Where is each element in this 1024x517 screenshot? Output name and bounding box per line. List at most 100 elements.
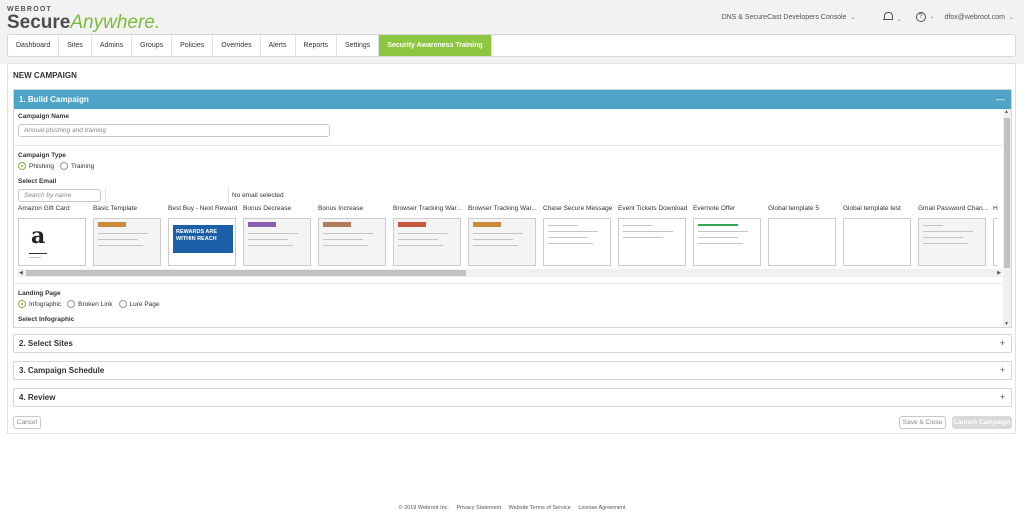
launch-campaign-button[interactable]: Launch Campaign	[952, 416, 1012, 429]
template-horizontal-scrollbar[interactable]: ◀ ▶	[18, 269, 1002, 277]
header-actions: DNS & SecureCast Developers Console ⌄ ⌄ ?…	[722, 11, 1014, 23]
nav-security-awareness-training[interactable]: Security Awareness Training	[379, 35, 492, 56]
radio-selected-icon	[18, 300, 26, 308]
email-template-list: Amazon Gift Card a Basic Template Best B…	[18, 204, 998, 266]
nav-alerts[interactable]: Alerts	[261, 35, 296, 56]
build-campaign-header[interactable]: 1. Build Campaign —	[14, 90, 1011, 109]
divider	[228, 187, 229, 203]
nav-policies[interactable]: Policies	[172, 35, 214, 56]
footer-privacy-link[interactable]: Privacy Statement	[457, 505, 502, 511]
footer-terms-link[interactable]: Website Terms of Service	[509, 505, 571, 511]
nav-sites[interactable]: Sites	[59, 35, 92, 56]
campaign-name-input[interactable]: Annual phishing and training	[18, 124, 330, 137]
campaign-schedule-section[interactable]: 3. Campaign Schedule +	[13, 361, 1012, 380]
chevron-down-icon: ⌄	[1008, 14, 1014, 21]
campaign-name-label: Campaign Name	[18, 113, 69, 120]
campaign-panel: NEW CAMPAIGN 1. Build Campaign — Campaig…	[7, 63, 1016, 434]
template-basic[interactable]: Basic Template	[93, 204, 163, 266]
chevron-down-icon: ⌄	[896, 17, 902, 23]
template-preview: a	[18, 218, 86, 266]
bell-icon	[883, 11, 894, 21]
template-preview	[918, 218, 986, 266]
expand-icon[interactable]: +	[1000, 389, 1005, 406]
select-infographic-label: Select Infographic	[18, 316, 75, 323]
template-preview: REWARDS ARE WITHIN REACH	[168, 218, 236, 266]
template-browser-tracking-2[interactable]: Browser Tracking War...	[468, 204, 538, 266]
template-bonus-decrease[interactable]: Bonus Decrease	[243, 204, 313, 266]
template-preview	[468, 218, 536, 266]
nav-admins[interactable]: Admins	[92, 35, 133, 56]
scrollbar-thumb[interactable]	[26, 270, 466, 276]
expand-icon[interactable]: +	[1000, 335, 1005, 352]
template-gmail-password-change[interactable]: Gmail Password Chan...	[918, 204, 988, 266]
section-vertical-scrollbar[interactable]: ▲ ▼	[1003, 109, 1011, 327]
nav-reports[interactable]: Reports	[296, 35, 338, 56]
template-chase-secure-message[interactable]: Chase Secure Message	[543, 204, 613, 266]
selected-email-status: No email selected	[232, 192, 284, 199]
footer-copyright: © 2019 Webroot Inc.	[398, 505, 449, 511]
section-title: 2. Select Sites	[19, 339, 73, 348]
scroll-left-icon[interactable]: ◀	[19, 269, 23, 277]
chevron-down-icon: ⌄	[850, 14, 856, 21]
footer-license-link[interactable]: License Agreement	[578, 505, 625, 511]
save-close-button[interactable]: Save & Close	[899, 416, 946, 429]
template-preview	[993, 218, 998, 266]
scrollbar-thumb[interactable]	[1004, 118, 1010, 268]
radio-icon	[59, 162, 68, 170]
user-menu[interactable]: dfox@webroot.com ⌄	[945, 14, 1014, 21]
campaign-type-label: Campaign Type	[18, 152, 66, 159]
webroot-logo[interactable]: WEBROOT SecureAnywhere.	[7, 6, 160, 33]
help-menu[interactable]: ? ⌄	[915, 12, 935, 22]
page-title: NEW CAMPAIGN	[13, 71, 77, 80]
cancel-button[interactable]: Cancel	[13, 416, 41, 429]
main-nav: Dashboard Sites Admins Groups Policies O…	[7, 34, 1016, 57]
template-preview	[318, 218, 386, 266]
section-title: 1. Build Campaign	[19, 95, 89, 104]
logo-wordmark: SecureAnywhere.	[7, 12, 161, 33]
template-global-5[interactable]: Global template 5	[768, 204, 838, 266]
radio-lure-page[interactable]: Lure Page	[118, 300, 160, 308]
template-preview	[243, 218, 311, 266]
scroll-down-icon[interactable]: ▼	[1004, 321, 1009, 327]
footer: © 2019 Webroot Inc. Privacy Statement We…	[0, 505, 1024, 511]
landing-page-label: Landing Page	[18, 290, 61, 297]
collapse-icon[interactable]: —	[996, 90, 1005, 109]
template-event-tickets-download[interactable]: Event Tickets Download	[618, 204, 688, 266]
scroll-up-icon[interactable]: ▲	[1004, 109, 1009, 115]
section-title: 4. Review	[19, 393, 56, 402]
build-campaign-body: Campaign Name Annual phishing and traini…	[14, 109, 1011, 327]
select-email-label: Select Email	[18, 178, 57, 185]
template-bonus-increase[interactable]: Bonus Increase	[318, 204, 388, 266]
help-icon: ?	[915, 12, 926, 22]
template-evernote-offer[interactable]: Evernote Offer	[693, 204, 763, 266]
expand-icon[interactable]: +	[1000, 362, 1005, 379]
template-preview	[393, 218, 461, 266]
template-hr[interactable]: HR	[993, 204, 998, 266]
divider	[14, 145, 1004, 146]
select-sites-section[interactable]: 2. Select Sites +	[13, 334, 1012, 353]
radio-selected-icon	[18, 162, 26, 170]
template-browser-tracking-1[interactable]: Browser Tracking War...	[393, 204, 463, 266]
section-title: 3. Campaign Schedule	[19, 366, 105, 375]
nav-settings[interactable]: Settings	[337, 35, 380, 56]
template-amazon-gift-card[interactable]: Amazon Gift Card a	[18, 204, 88, 266]
notifications-menu[interactable]: ⌄	[883, 11, 902, 23]
template-preview	[93, 218, 161, 266]
nav-groups[interactable]: Groups	[132, 35, 173, 56]
template-preview	[693, 218, 761, 266]
divider	[105, 187, 106, 203]
radio-icon	[67, 300, 76, 308]
console-selector[interactable]: DNS & SecureCast Developers Console ⌄	[722, 14, 856, 21]
radio-phishing[interactable]: Phishing	[18, 162, 54, 170]
template-global-test[interactable]: Global template test	[843, 204, 913, 266]
radio-training[interactable]: Training	[59, 162, 94, 170]
scroll-right-icon[interactable]: ▶	[997, 269, 1001, 277]
nav-overrides[interactable]: Overrides	[213, 35, 261, 56]
campaign-type-options: Phishing Training	[18, 162, 100, 170]
nav-dashboard[interactable]: Dashboard	[8, 35, 60, 56]
review-section[interactable]: 4. Review +	[13, 388, 1012, 407]
radio-infographic[interactable]: Infographic	[18, 300, 61, 308]
template-best-buy-next-reward[interactable]: Best Buy - Next Reward REWARDS ARE WITHI…	[168, 204, 238, 266]
email-search-input[interactable]: Search by name	[18, 189, 101, 202]
radio-broken-link[interactable]: Broken Link	[67, 300, 113, 308]
